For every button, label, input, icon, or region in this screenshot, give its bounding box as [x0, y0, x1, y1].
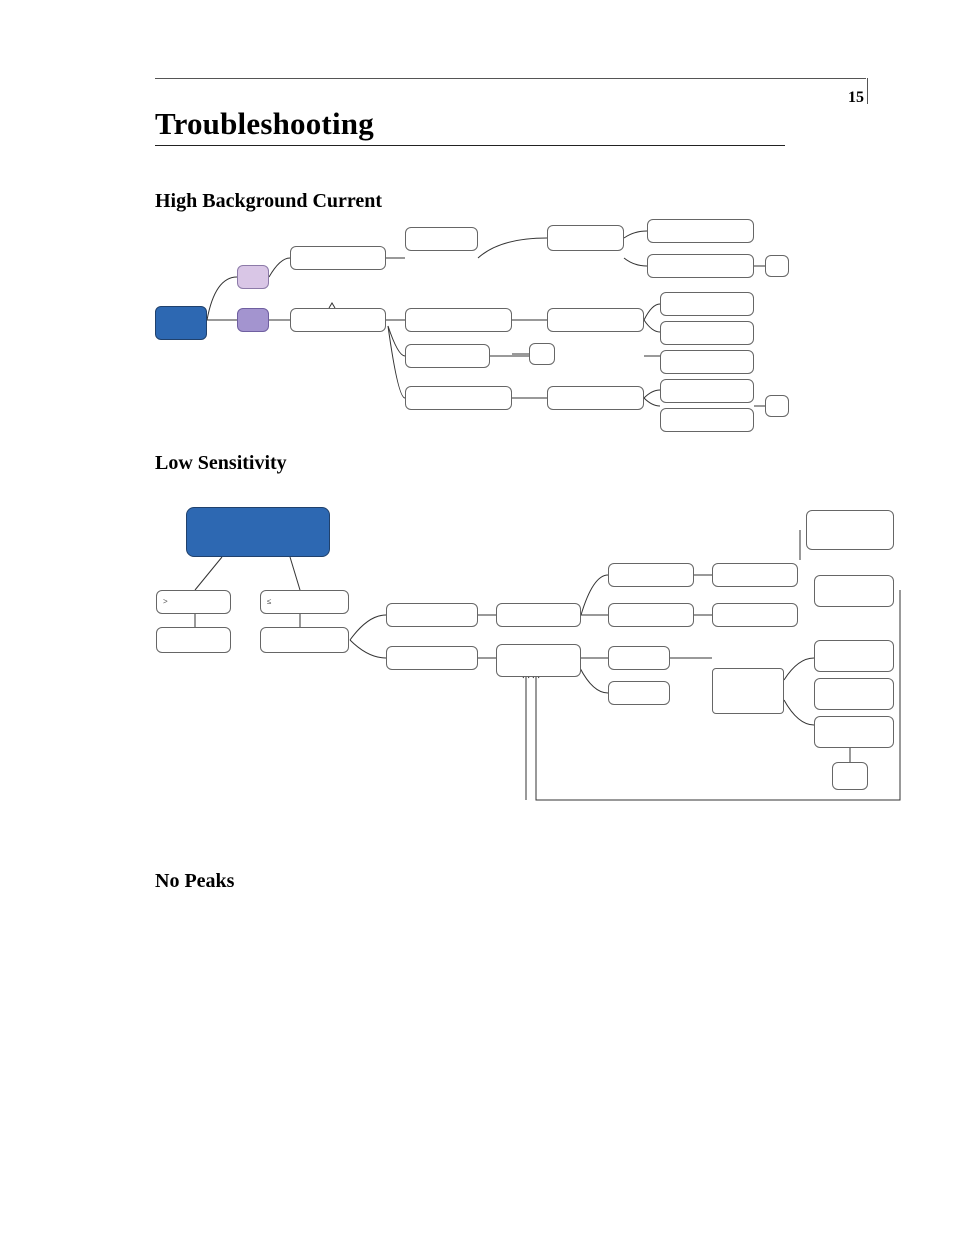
hbc-g1 [647, 219, 754, 243]
ls-col-r0 [806, 510, 894, 550]
ls-col-r2 [814, 640, 894, 672]
ls-t4 [712, 668, 784, 714]
hbc-e4 [405, 386, 512, 410]
section-heading-low-sensitivity: Low Sensitivity [155, 452, 287, 475]
title-underline [155, 145, 785, 146]
hbc-g3b [660, 321, 754, 345]
ls-t1 [608, 563, 694, 587]
hbc-g4 [660, 350, 754, 374]
ls-q2 [496, 644, 581, 677]
hbc-branch-bottom [237, 308, 269, 332]
ls-l2 [156, 627, 231, 653]
hbc-d1 [290, 246, 386, 270]
ls-branch-le-label: ≤ [267, 597, 271, 606]
hbc-e2-small [529, 343, 555, 365]
ls-branch-gt-label: > [163, 597, 168, 606]
page-number-tick [867, 78, 868, 104]
ls-col-r4 [814, 716, 894, 748]
ls-branch-gt: > [156, 590, 231, 614]
hbc-branch-top [237, 265, 269, 289]
section-heading-no-peaks: No Peaks [155, 870, 234, 893]
hbc-d2 [290, 308, 386, 332]
hbc-g5a [660, 379, 754, 403]
ls-t2 [608, 603, 694, 627]
ls-p1 [386, 603, 478, 627]
hbc-g2-small [765, 255, 789, 277]
ls-col-r1 [814, 575, 894, 607]
ls-p2 [386, 646, 478, 670]
hbc-f3 [547, 308, 644, 332]
section-heading-high-background: High Background Current [155, 190, 382, 213]
ls-col-r3 [814, 678, 894, 710]
page-title: Troubleshooting [155, 106, 374, 142]
hbc-g5-small [765, 395, 789, 417]
document-page: 15 Troubleshooting High Background Curre… [0, 0, 954, 1235]
ls-t3b [608, 681, 670, 705]
ls-u1 [712, 563, 798, 587]
hbc-f5 [547, 386, 644, 410]
hbc-e1 [405, 227, 478, 251]
hbc-g3a [660, 292, 754, 316]
ls-t3 [608, 646, 670, 670]
page-number: 15 [848, 89, 864, 107]
ls-branch-le: ≤ [260, 590, 349, 614]
top-divider [155, 78, 866, 79]
ls-u2 [712, 603, 798, 627]
hbc-e2 [405, 308, 512, 332]
hbc-g2 [647, 254, 754, 278]
ls-q1 [496, 603, 581, 627]
hbc-g5b [660, 408, 754, 432]
hbc-e3 [405, 344, 490, 368]
ls-v [832, 762, 868, 790]
ls-r2 [260, 627, 349, 653]
hbc-f1 [547, 225, 624, 251]
ls-start [186, 507, 330, 557]
hbc-start [155, 306, 207, 340]
